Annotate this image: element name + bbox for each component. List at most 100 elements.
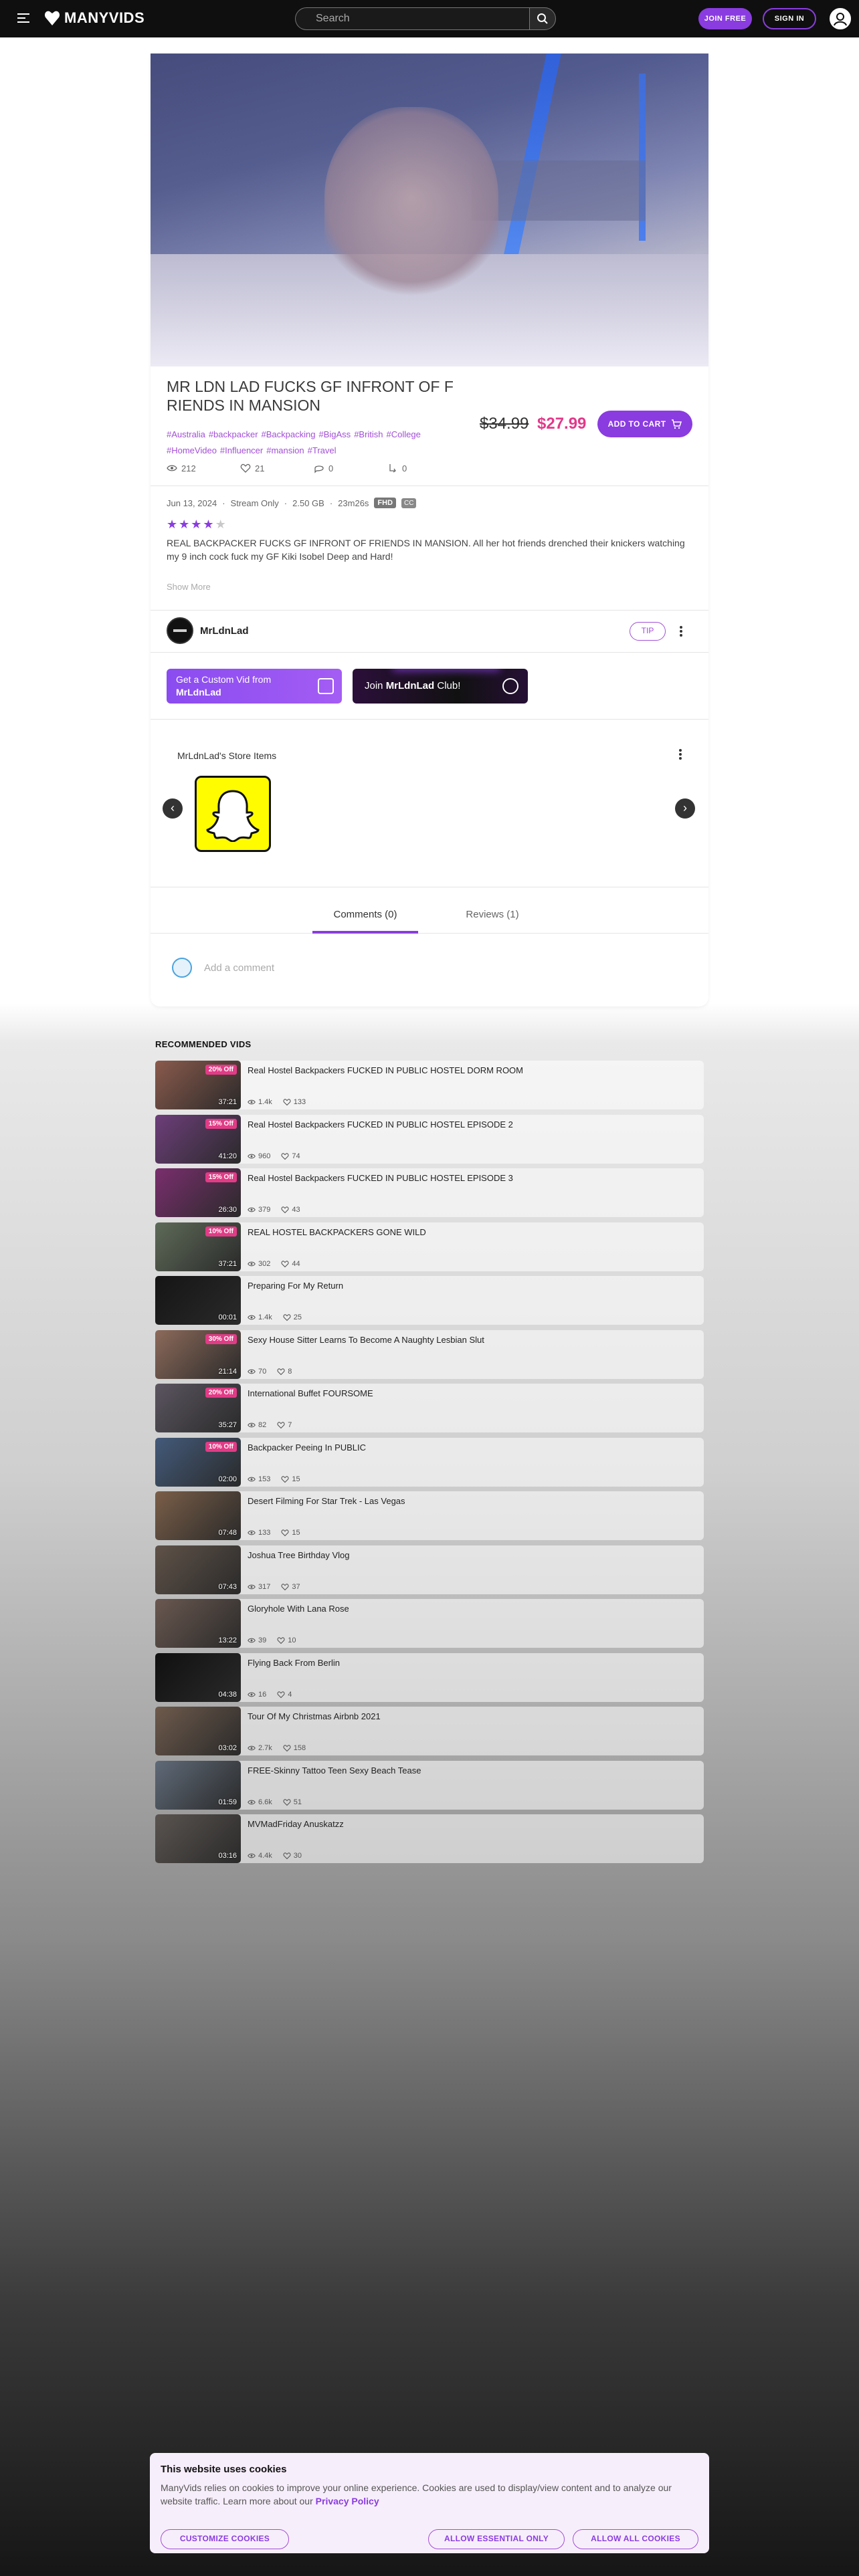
video-thumbnail[interactable]: 15% Off 41:20 [155, 1114, 241, 1164]
tag-link[interactable]: #Influencer [220, 445, 263, 455]
video-player[interactable] [151, 53, 708, 366]
allow-all-cookies-button[interactable]: ALLOW ALL COOKIES [573, 2529, 698, 2549]
recommended-item[interactable]: 20% Off 35:27 International Buffet FOURSOM… [155, 1384, 704, 1432]
recommended-video-title[interactable]: Preparing For My Return [248, 1281, 343, 1291]
privacy-policy-link[interactable]: Privacy Policy [316, 2496, 379, 2506]
hamburger-menu-icon[interactable] [17, 13, 29, 24]
video-thumbnail[interactable]: 03:02 [155, 1707, 241, 1755]
creator-info[interactable]: MrLdnLad [167, 617, 249, 644]
tag-link[interactable]: #mansion [266, 445, 304, 455]
video-thumbnail[interactable]: 13:22 [155, 1599, 241, 1648]
video-thumbnail[interactable]: 07:48 [155, 1491, 241, 1540]
tip-button[interactable]: TIP [630, 622, 666, 641]
likes-stat[interactable]: 21 [240, 463, 314, 473]
tag-link[interactable]: #HomeVideo [167, 445, 217, 455]
video-thumbnail[interactable]: 07:43 [155, 1545, 241, 1594]
recommended-video-title[interactable]: Sexy House Sitter Learns To Become A Nau… [248, 1335, 484, 1345]
tab-reviews[interactable]: Reviews (1) [440, 903, 545, 934]
store-options-icon[interactable] [679, 749, 682, 760]
creator-avatar[interactable] [167, 617, 193, 644]
shares-count: 0 [402, 463, 407, 473]
video-thumbnail[interactable]: 20% Off 35:27 [155, 1384, 241, 1432]
recommended-item[interactable]: 15% Off 26:30 Real Hostel Backpackers FUCK… [155, 1168, 704, 1217]
recommended-item[interactable]: 04:38 Flying Back From Berlin 16 4 [155, 1652, 704, 1702]
tag-link[interactable]: #Australia [167, 429, 205, 439]
views-count: 6.6k [258, 1798, 272, 1806]
recommended-item[interactable]: 10% Off 37:21 REAL HOSTEL BACKPACKERS GONE… [155, 1222, 704, 1271]
recommended-video-title[interactable]: Joshua Tree Birthday Vlog [248, 1550, 349, 1560]
recommended-video-stats: 1.4k 133 [248, 1098, 306, 1106]
video-detail-card: MR LDN LAD FUCKS GF INFRONT OF F RIENDS … [151, 53, 708, 1006]
likes-count: 133 [293, 1098, 306, 1106]
creator-name[interactable]: MrLdnLad [200, 625, 249, 637]
recommended-video-title[interactable]: REAL HOSTEL BACKPACKERS GONE WILD [248, 1227, 426, 1237]
star-icon: ★ [179, 518, 190, 531]
heart-icon [277, 1422, 285, 1429]
recommended-item[interactable]: 30% Off 21:14 Sexy House Sitter Learns To … [155, 1329, 704, 1379]
recommended-item[interactable]: 07:43 Joshua Tree Birthday Vlog 317 37 [155, 1545, 704, 1594]
recommended-item[interactable]: 20% Off 37:21 Real Hostel Backpackers FUCK… [155, 1061, 704, 1109]
video-thumbnail[interactable]: 20% Off 37:21 [155, 1061, 241, 1109]
store-item-snapchat[interactable] [195, 776, 271, 852]
search-input[interactable] [295, 7, 529, 30]
join-free-button[interactable]: JOIN FREE [698, 8, 752, 29]
comment-input[interactable] [204, 962, 472, 974]
video-thumbnail[interactable]: 15% Off 26:30 [155, 1168, 241, 1217]
recommended-item[interactable]: 15% Off 41:20 Real Hostel Backpackers FUCK… [155, 1114, 704, 1164]
manyvids-logo[interactable]: MANYVIDS [44, 9, 145, 27]
recommended-video-title[interactable]: Real Hostel Backpackers FUCKED IN PUBLIC… [248, 1065, 523, 1075]
user-icon [834, 13, 847, 26]
video-thumbnail[interactable]: 30% Off 21:14 [155, 1329, 241, 1379]
recommended-video-title[interactable]: Flying Back From Berlin [248, 1658, 340, 1668]
tag-link[interactable]: #Backpacking [262, 429, 316, 439]
video-thumbnail[interactable]: 01:59 [155, 1760, 241, 1810]
carousel-next-arrow[interactable]: › [675, 798, 695, 819]
video-thumbnail[interactable]: 04:38 [155, 1652, 241, 1702]
tag-link[interactable]: #British [354, 429, 383, 439]
recommended-video-title[interactable]: FREE-Skinny Tattoo Teen Sexy Beach Tease [248, 1765, 421, 1776]
recommended-item[interactable]: 13:22 Gloryhole With Lana Rose 39 10 [155, 1599, 704, 1648]
add-to-cart-button[interactable]: ADD TO CART [597, 411, 692, 437]
recommended-video-title[interactable]: Gloryhole With Lana Rose [248, 1604, 349, 1614]
recommended-item[interactable]: 03:16 MVMadFriday Anuskatzz 4.4k 30 [155, 1814, 704, 1863]
customize-cookies-button[interactable]: CUSTOMIZE COOKIES [161, 2529, 289, 2549]
carousel-prev-arrow[interactable]: ‹ [163, 798, 183, 819]
recommended-video-title[interactable]: International Buffet FOURSOME [248, 1388, 373, 1398]
comments-stat[interactable]: 0 [314, 463, 387, 473]
tag-link[interactable]: #Travel [308, 445, 337, 455]
video-thumbnail[interactable]: 00:01 [155, 1276, 241, 1325]
video-thumbnail[interactable]: 10% Off 37:21 [155, 1222, 241, 1271]
likes-count: 15 [292, 1475, 300, 1483]
video-thumbnail[interactable]: 10% Off 02:00 [155, 1437, 241, 1487]
tag-link[interactable]: #backpacker [209, 429, 258, 439]
recommended-item[interactable]: 01:59 FREE-Skinny Tattoo Teen Sexy Beach … [155, 1760, 704, 1810]
show-more-link[interactable]: Show More [167, 582, 211, 592]
shares-stat[interactable]: 0 [387, 463, 461, 473]
cookie-banner: This website uses cookies ManyVids relie… [150, 2453, 709, 2553]
recommended-video-title[interactable]: Real Hostel Backpackers FUCKED IN PUBLIC… [248, 1119, 513, 1130]
video-thumbnail[interactable]: 03:16 [155, 1814, 241, 1863]
custom-vid-button[interactable]: Get a Custom Vid from MrLdnLad [167, 669, 342, 704]
cookie-text: ManyVids relies on cookies to improve yo… [161, 2481, 696, 2508]
recommended-video-title[interactable]: Backpacker Peeing In PUBLIC [248, 1442, 366, 1453]
allow-essential-button[interactable]: ALLOW ESSENTIAL ONLY [428, 2529, 565, 2549]
original-price: $34.99 [480, 415, 529, 433]
more-options-icon[interactable] [680, 626, 682, 637]
recommended-video-title[interactable]: MVMadFriday Anuskatzz [248, 1819, 344, 1829]
join-club-button[interactable]: Join MrLdnLad Club! [353, 669, 528, 704]
search-button[interactable] [529, 7, 556, 30]
recommended-video-title[interactable]: Real Hostel Backpackers FUCKED IN PUBLIC… [248, 1173, 513, 1183]
recommended-item[interactable]: 10% Off 02:00 Backpacker Peeing In PUBLIC 1… [155, 1437, 704, 1487]
recommended-item[interactable]: 03:02 Tour Of My Christmas Airbnb 2021 2.7… [155, 1707, 704, 1755]
likes-stat: 43 [281, 1206, 300, 1214]
views-stat: 4.4k [248, 1852, 272, 1860]
recommended-video-title[interactable]: Tour Of My Christmas Airbnb 2021 [248, 1711, 381, 1721]
user-avatar-icon[interactable] [830, 8, 851, 29]
tab-comments[interactable]: Comments (0) [312, 903, 418, 934]
recommended-item[interactable]: 07:48 Desert Filming For Star Trek - Las … [155, 1491, 704, 1540]
tag-link[interactable]: #College [387, 429, 421, 439]
sign-in-button[interactable]: SIGN IN [763, 8, 816, 29]
tag-link[interactable]: #BigAss [318, 429, 351, 439]
recommended-item[interactable]: 00:01 Preparing For My Return 1.4k 25 [155, 1276, 704, 1325]
recommended-video-title[interactable]: Desert Filming For Star Trek - Las Vegas [248, 1496, 405, 1506]
